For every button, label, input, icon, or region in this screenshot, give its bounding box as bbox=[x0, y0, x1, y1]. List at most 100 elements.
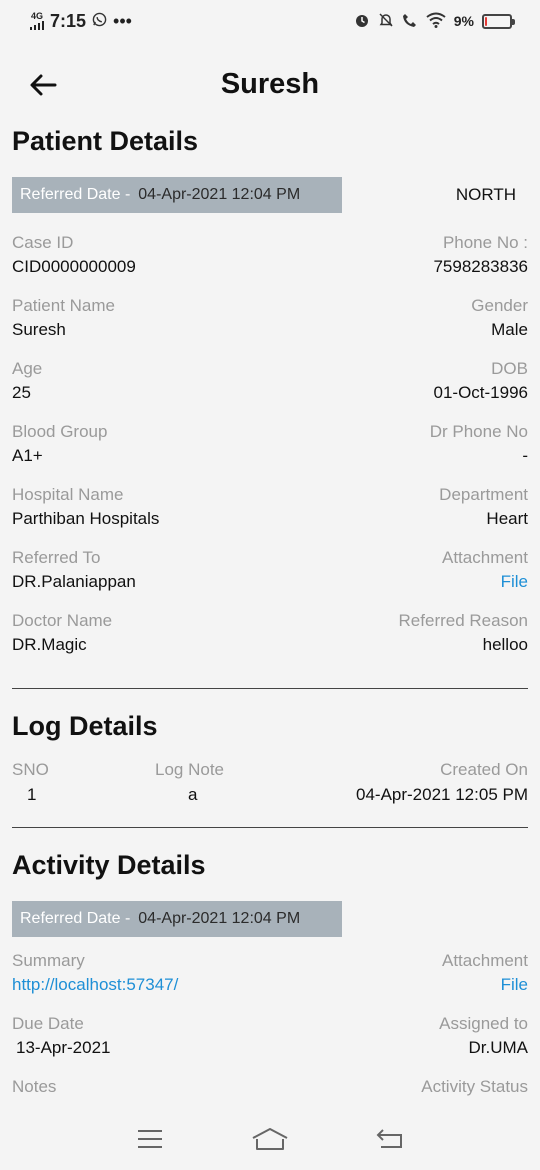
field-label: Doctor Name bbox=[12, 611, 113, 630]
field-label: Activity Status bbox=[421, 1077, 528, 1096]
details-scroll[interactable]: Patient Details Referred Date - 04-Apr-2… bbox=[12, 126, 528, 1108]
summary-field: Summary http://localhost:57347/ bbox=[12, 951, 178, 1014]
referred-date-label: Referred Date - bbox=[20, 186, 131, 203]
summary-link[interactable]: http://localhost:57347/ bbox=[12, 975, 178, 995]
field-label: Summary bbox=[12, 951, 85, 970]
field-label: Dr Phone No bbox=[429, 422, 528, 441]
patient-referred-row: Referred Date - 04-Apr-2021 12:04 PM NOR… bbox=[12, 177, 528, 213]
wifi-calling-icon bbox=[402, 12, 418, 31]
page-title: Suresh bbox=[220, 68, 320, 100]
referred-to-field: Referred To DR.Palaniappan bbox=[12, 548, 136, 611]
assigned-to-field: Assigned to Dr.UMA bbox=[439, 1014, 528, 1077]
due-date-field: Due Date 13-Apr-2021 bbox=[12, 1014, 111, 1077]
app-header: Suresh bbox=[0, 50, 540, 120]
field-label: Blood Group bbox=[12, 422, 108, 441]
menu-button[interactable] bbox=[130, 1121, 170, 1157]
status-right: 9% bbox=[354, 12, 515, 31]
field-value: Heart bbox=[486, 509, 528, 528]
field-value: A1+ bbox=[12, 446, 43, 465]
system-nav-bar bbox=[0, 1108, 540, 1170]
battery-percent: 9% bbox=[453, 13, 474, 29]
attachment-field: Attachment File bbox=[442, 548, 528, 611]
column-header-sno: SNO bbox=[12, 760, 49, 779]
doctor-name-field: Doctor Name DR.Magic bbox=[12, 611, 112, 674]
patient-details-heading: Patient Details bbox=[12, 126, 199, 156]
referred-date-value: 04-Apr-2021 12:04 PM bbox=[138, 186, 301, 203]
log-created-on: 04-Apr-2021 12:05 PM bbox=[356, 785, 528, 804]
referred-date-label: Referred Date - bbox=[20, 910, 131, 927]
field-value: Male bbox=[491, 320, 528, 339]
field-value: helloo bbox=[482, 635, 528, 654]
field-label: Gender bbox=[471, 296, 528, 315]
field-label: Age bbox=[12, 359, 43, 378]
gender-field: Gender Male bbox=[471, 296, 528, 359]
log-note: a bbox=[188, 785, 198, 804]
activity-attachment-file-link[interactable]: File bbox=[442, 975, 528, 995]
referred-date-value: 04-Apr-2021 12:04 PM bbox=[138, 910, 301, 927]
home-button[interactable] bbox=[250, 1121, 290, 1157]
alarm-icon bbox=[354, 12, 370, 31]
log-table: SNO Log Note Created On 1 a 04-Apr-2021 … bbox=[12, 760, 528, 805]
field-value: 7598283836 bbox=[433, 257, 528, 276]
log-table-header: SNO Log Note Created On bbox=[12, 760, 528, 780]
field-label: Attachment bbox=[442, 548, 528, 567]
activity-referred-date-badge: Referred Date - 04-Apr-2021 12:04 PM bbox=[12, 901, 342, 937]
nav-back-button[interactable] bbox=[370, 1121, 410, 1157]
blood-group-field: Blood Group A1+ bbox=[12, 422, 107, 485]
field-value: 01-Oct-1996 bbox=[433, 383, 529, 402]
field-value: - bbox=[522, 446, 528, 465]
field-row: Referred To DR.Palaniappan Attachment File bbox=[12, 548, 528, 611]
field-value: Dr.UMA bbox=[468, 1038, 529, 1057]
field-label: Assigned to bbox=[439, 1014, 528, 1033]
field-value: 25 bbox=[12, 383, 31, 402]
field-row: Patient Name Suresh Gender Male bbox=[12, 296, 528, 359]
referred-date-badge: Referred Date - 04-Apr-2021 12:04 PM bbox=[12, 177, 342, 213]
home-icon bbox=[252, 1128, 288, 1150]
field-row: Case ID CID0000000009 Phone No : 759828383… bbox=[12, 233, 528, 296]
field-label: Phone No : bbox=[442, 233, 528, 252]
battery-level bbox=[485, 16, 487, 26]
table-row: 1 a 04-Apr-2021 12:05 PM bbox=[12, 785, 528, 805]
status-left: 4G 7:15 ••• bbox=[30, 11, 132, 32]
field-label: DOB bbox=[491, 359, 528, 378]
field-value: DR.Palaniappan bbox=[12, 572, 136, 591]
more-notifications-icon: ••• bbox=[113, 10, 132, 31]
field-label: Attachment bbox=[442, 951, 528, 970]
patient-fields: Case ID CID0000000009 Phone No : 759828383… bbox=[12, 233, 528, 674]
attachment-file-link[interactable]: File bbox=[442, 572, 528, 592]
status-bar: 4G 7:15 ••• 9% bbox=[0, 0, 540, 42]
status-time: 7:15 bbox=[50, 10, 87, 31]
department-field: Department Heart bbox=[439, 485, 528, 548]
dr-phone-field: Dr Phone No - bbox=[430, 422, 528, 485]
activity-details-heading: Activity Details bbox=[12, 850, 206, 880]
wifi-icon bbox=[426, 12, 446, 31]
battery-icon bbox=[482, 13, 515, 29]
field-label: Notes bbox=[12, 1077, 57, 1096]
age-field: Age 25 bbox=[12, 359, 42, 422]
field-row: Doctor Name DR.Magic Referred Reason hello… bbox=[12, 611, 528, 674]
menu-icon bbox=[138, 1130, 162, 1148]
field-row: Notes Activity Status bbox=[12, 1077, 528, 1108]
field-label: Patient Name bbox=[12, 296, 115, 315]
referred-reason-field: Referred Reason helloo bbox=[399, 611, 528, 674]
field-row: Age 25 DOB 01-Oct-1996 bbox=[12, 359, 528, 422]
log-sno: 1 bbox=[27, 785, 37, 804]
field-value: DR.Magic bbox=[12, 635, 87, 654]
field-row: Hospital Name Parthiban Hospitals Departm… bbox=[12, 485, 528, 548]
field-label: Referred Reason bbox=[398, 611, 528, 630]
activity-referred-row: Referred Date - 04-Apr-2021 12:04 PM bbox=[12, 901, 528, 937]
whatsapp-icon bbox=[92, 11, 107, 32]
field-value: CID0000000009 bbox=[12, 257, 136, 276]
field-value: Suresh bbox=[12, 320, 66, 339]
return-icon bbox=[376, 1129, 402, 1148]
network-type: 4G bbox=[30, 11, 43, 21]
notes-field: Notes bbox=[12, 1077, 56, 1108]
section-divider bbox=[12, 688, 528, 689]
field-row: Blood Group A1+ Dr Phone No - bbox=[12, 422, 528, 485]
activity-fields: Summary http://localhost:57347/ Attachmen… bbox=[12, 951, 528, 1108]
patient-name-field: Patient Name Suresh bbox=[12, 296, 115, 359]
field-value: Parthiban Hospitals bbox=[12, 509, 160, 528]
column-header-created-on: Created On bbox=[440, 760, 528, 779]
log-details-heading: Log Details bbox=[12, 711, 158, 741]
case-id-field: Case ID CID0000000009 bbox=[12, 233, 136, 296]
